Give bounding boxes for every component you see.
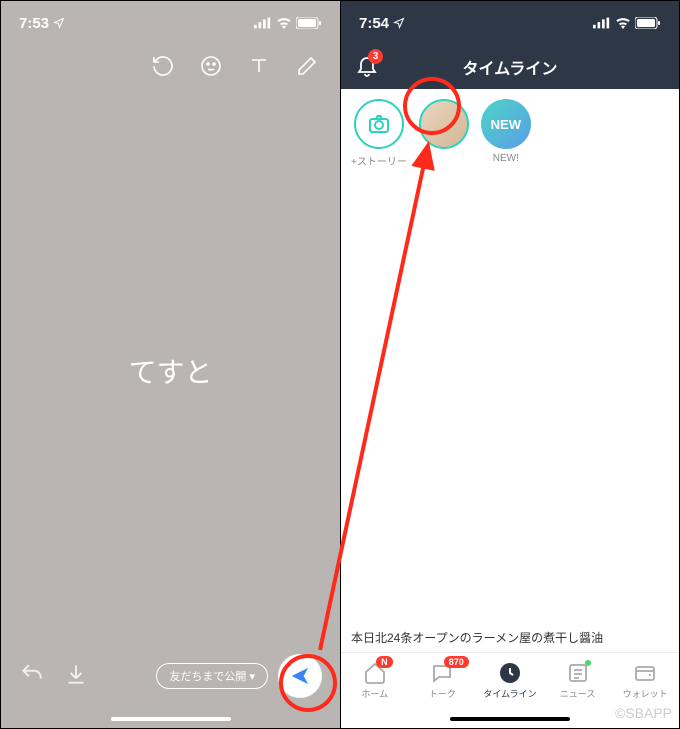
clock-icon <box>498 661 522 685</box>
signal-icon <box>593 17 611 29</box>
tab-wallet-label: ウォレット <box>623 687 668 700</box>
story-new[interactable]: NEW NEW! <box>481 99 531 168</box>
status-bar-left: 7:53 <box>1 1 340 45</box>
camera-icon <box>367 112 391 136</box>
send-button[interactable] <box>278 654 322 698</box>
tab-home-badge: N <box>376 656 393 668</box>
stories-row: +ストーリー NEW NEW! <box>341 89 679 174</box>
wifi-icon <box>276 17 292 29</box>
location-icon <box>53 17 65 29</box>
privacy-selector[interactable]: 友だちまで公開 ▾ <box>156 663 268 689</box>
story-new-text: NEW <box>481 99 531 149</box>
undo-icon[interactable] <box>19 661 45 692</box>
tab-talk[interactable]: トーク 870 <box>409 653 477 708</box>
editor-toolbar <box>1 45 340 79</box>
sticker-icon[interactable] <box>198 53 224 79</box>
tab-talk-label: トーク <box>429 687 456 700</box>
text-icon[interactable] <box>246 53 272 79</box>
tab-talk-badge: 870 <box>444 656 469 668</box>
status-bar-right: 7:54 <box>341 1 679 45</box>
tab-home-label: ホーム <box>361 687 388 700</box>
story-user-label <box>442 153 445 164</box>
tab-timeline[interactable]: タイムライン <box>476 653 544 708</box>
wallet-icon <box>633 661 657 685</box>
download-icon[interactable] <box>63 661 89 692</box>
editor-bottom-bar: 友だちまで公開 ▾ <box>1 654 340 698</box>
retry-icon[interactable] <box>150 53 176 79</box>
story-new-label: NEW! <box>493 153 519 164</box>
home-indicator[interactable] <box>450 717 570 721</box>
privacy-label: 友だちまで公開 <box>169 671 246 683</box>
story-editor-screen: 7:53 てすと 友だちまで公開 ▾ <box>1 1 340 728</box>
location-icon <box>393 17 405 29</box>
story-text-content[interactable]: てすと <box>1 351 340 391</box>
timeline-header: 3 タイムライン <box>341 45 679 89</box>
home-indicator[interactable] <box>111 717 231 721</box>
battery-icon <box>635 17 661 29</box>
draw-icon[interactable] <box>294 53 320 79</box>
story-user-avatar[interactable] <box>419 99 469 168</box>
signal-icon <box>254 17 272 29</box>
story-add-label: +ストーリー <box>351 153 407 168</box>
tab-news-dot <box>585 660 591 666</box>
page-title: タイムライン <box>463 55 558 79</box>
tab-news[interactable]: ニュース <box>544 653 612 708</box>
timeline-screen: 7:54 3 タイムライン +ストーリー <box>340 1 679 728</box>
tab-wallet[interactable]: ウォレット <box>611 653 679 708</box>
status-time: 7:54 <box>359 15 389 32</box>
send-icon <box>289 665 311 687</box>
tab-home[interactable]: ホーム N <box>341 653 409 708</box>
tab-news-label: ニュース <box>560 687 596 700</box>
feed-post-snippet[interactable]: 本日北24条オープンのラーメン屋の煮干し醤油 <box>351 629 671 646</box>
battery-icon <box>296 17 322 29</box>
story-add[interactable]: +ストーリー <box>351 99 407 168</box>
bell-badge: 3 <box>368 49 383 64</box>
watermark: ©SBAPP <box>615 705 672 721</box>
notifications-button[interactable]: 3 <box>355 53 379 82</box>
wifi-icon <box>615 17 631 29</box>
status-time: 7:53 <box>19 15 49 32</box>
tab-bar: ホーム N トーク 870 タイムライン ニュース ウォレット <box>341 652 679 708</box>
tab-timeline-label: タイムライン <box>483 687 536 700</box>
